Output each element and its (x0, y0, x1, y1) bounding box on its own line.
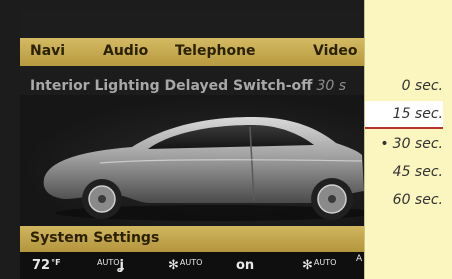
option-45-sec[interactable]: 45 sec. (365, 159, 443, 185)
climate-right-truncated: A (356, 254, 363, 264)
temperature-left[interactable]: 72°F (32, 258, 61, 273)
menu-item-audio[interactable]: Audio (103, 43, 148, 59)
seat-heating-left[interactable]: AUTOʝ (96, 258, 124, 273)
fan-right[interactable]: ✻AUTO (302, 258, 336, 273)
car-rear-hub (328, 195, 336, 203)
menu-item-telephone[interactable]: Telephone (175, 43, 256, 59)
setting-current-value: 30 s (316, 78, 347, 94)
option-30-sec[interactable]: • 30 sec. (365, 131, 443, 157)
menu-item-video[interactable]: Video (313, 43, 358, 59)
selected-marker: • (380, 136, 389, 152)
menu-item-navi[interactable]: Navi (30, 43, 65, 59)
car-front-hub (98, 195, 106, 203)
system-settings-label: System Settings (30, 230, 160, 246)
value-selection-panel: 0 sec. 15 sec. • 30 sec. 45 sec. 60 sec. (364, 0, 452, 279)
seat-icon: ʝ (119, 258, 124, 273)
option-0-sec[interactable]: 0 sec. (365, 73, 443, 99)
fan-icon: ✻ (168, 258, 179, 273)
ac-status[interactable]: on (236, 258, 254, 273)
climate-bar: 72°F AUTOʝ ✻AUTO on ✻AUTO A (20, 252, 364, 279)
fan-left[interactable]: ✻AUTO (168, 258, 202, 273)
car-image (43, 117, 364, 221)
main-menu-bar: Navi Audio Telephone Video (20, 38, 364, 66)
setting-title: Interior Lighting Delayed Switch-off 30 s (30, 78, 364, 94)
option-60-sec[interactable]: 60 sec. (365, 187, 443, 213)
option-15-sec[interactable]: 15 sec. (365, 101, 443, 129)
fan-icon: ✻ (302, 258, 313, 273)
setting-title-text: Interior Lighting Delayed Switch-off (30, 78, 313, 94)
system-settings-bar[interactable]: System Settings (20, 226, 364, 252)
top-strip (20, 10, 364, 38)
